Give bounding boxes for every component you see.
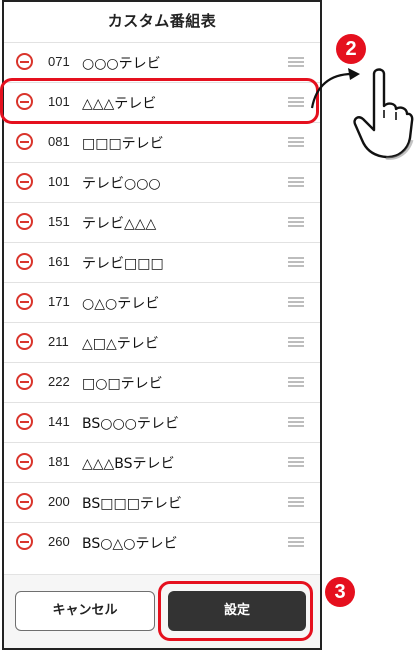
channel-row[interactable]: 141 BS○○○テレビ <box>4 402 320 442</box>
channel-number: 181 <box>48 454 70 469</box>
step-2-badge: 2 <box>336 34 366 64</box>
drag-handle-icon[interactable] <box>288 337 304 347</box>
minus-circle-icon[interactable] <box>16 133 33 150</box>
channel-number: 101 <box>48 174 70 189</box>
channel-number: 171 <box>48 294 70 309</box>
minus-circle-icon[interactable] <box>16 53 33 70</box>
channel-name: BS○○○テレビ <box>82 416 179 432</box>
channel-row[interactable]: 222 □○□テレビ <box>4 362 320 402</box>
channel-row[interactable]: 151 テレビ△△△ <box>4 202 320 242</box>
channel-number: 071 <box>48 54 70 69</box>
minus-circle-icon[interactable] <box>16 493 33 510</box>
drag-handle-icon[interactable] <box>288 217 304 227</box>
drag-handle-icon[interactable] <box>288 97 304 107</box>
channel-number: 222 <box>48 374 70 389</box>
channel-name: △△△テレビ <box>82 96 157 112</box>
drag-handle-icon[interactable] <box>288 537 304 547</box>
channel-number: 211 <box>48 334 69 349</box>
channel-name: テレビ□□□ <box>82 256 164 272</box>
channel-name: □□□テレビ <box>82 136 164 152</box>
minus-circle-icon[interactable] <box>16 173 33 190</box>
channel-number: 260 <box>48 534 70 549</box>
minus-circle-icon[interactable] <box>16 533 33 550</box>
settings-button[interactable]: 設定 <box>168 591 306 631</box>
channel-row[interactable]: 081 □□□テレビ <box>4 122 320 162</box>
drag-handle-icon[interactable] <box>288 137 304 147</box>
channel-row[interactable]: 101 △△△テレビ <box>4 82 320 122</box>
minus-circle-icon[interactable] <box>16 453 33 470</box>
channel-number: 200 <box>48 494 70 509</box>
footer-bar: キャンセル 設定 <box>4 574 320 648</box>
channel-number: 161 <box>48 254 70 269</box>
channel-number: 081 <box>48 134 70 149</box>
channel-name: △□△テレビ <box>82 336 159 352</box>
drag-handle-icon[interactable] <box>288 497 304 507</box>
minus-circle-icon[interactable] <box>16 413 33 430</box>
drag-handle-icon[interactable] <box>288 257 304 267</box>
channel-name: △△△BSテレビ <box>82 456 175 472</box>
minus-circle-icon[interactable] <box>16 333 33 350</box>
channel-row[interactable]: 211 △□△テレビ <box>4 322 320 362</box>
minus-circle-icon[interactable] <box>16 293 33 310</box>
channel-number: 101 <box>48 94 70 109</box>
minus-circle-icon[interactable] <box>16 93 33 110</box>
drag-handle-icon[interactable] <box>288 417 304 427</box>
channel-row[interactable]: 101 テレビ○○○ <box>4 162 320 202</box>
channel-name: テレビ△△△ <box>82 216 157 232</box>
minus-circle-icon[interactable] <box>16 373 33 390</box>
minus-circle-icon[interactable] <box>16 213 33 230</box>
minus-circle-icon[interactable] <box>16 253 33 270</box>
channel-list: 071 ○○○テレビ 101 △△△テレビ 081 □□□テレビ 101 テレビ○○○ 151 テ… <box>4 42 320 562</box>
channel-name: BS○△○テレビ <box>82 536 178 552</box>
channel-number: 141 <box>48 414 70 429</box>
channel-name: ○△○テレビ <box>82 296 160 312</box>
cancel-button[interactable]: キャンセル <box>15 591 155 631</box>
channel-row[interactable]: 161 テレビ□□□ <box>4 242 320 282</box>
channel-name: ○○○テレビ <box>82 56 161 72</box>
hand-pointer-icon <box>353 68 414 160</box>
channel-row[interactable]: 181 △△△BSテレビ <box>4 442 320 482</box>
step-3-badge: 3 <box>325 577 355 607</box>
channel-name: BS□□□テレビ <box>82 496 182 512</box>
page-title: カスタム番組表 <box>107 12 217 30</box>
phone-screen: カスタム番組表 071 ○○○テレビ 101 △△△テレビ 081 □□□テレビ 101 テレ… <box>2 0 322 650</box>
channel-row[interactable]: 071 ○○○テレビ <box>4 42 320 82</box>
channel-row[interactable]: 200 BS□□□テレビ <box>4 482 320 522</box>
channel-number: 151 <box>48 214 70 229</box>
drag-handle-icon[interactable] <box>288 457 304 467</box>
channel-row[interactable]: 260 BS○△○テレビ <box>4 522 320 562</box>
channel-name: □○□テレビ <box>82 376 163 392</box>
channel-name: テレビ○○○ <box>82 176 161 192</box>
drag-handle-icon[interactable] <box>288 177 304 187</box>
drag-handle-icon[interactable] <box>288 297 304 307</box>
channel-row[interactable]: 171 ○△○テレビ <box>4 282 320 322</box>
drag-handle-icon[interactable] <box>288 377 304 387</box>
drag-handle-icon[interactable] <box>288 57 304 67</box>
